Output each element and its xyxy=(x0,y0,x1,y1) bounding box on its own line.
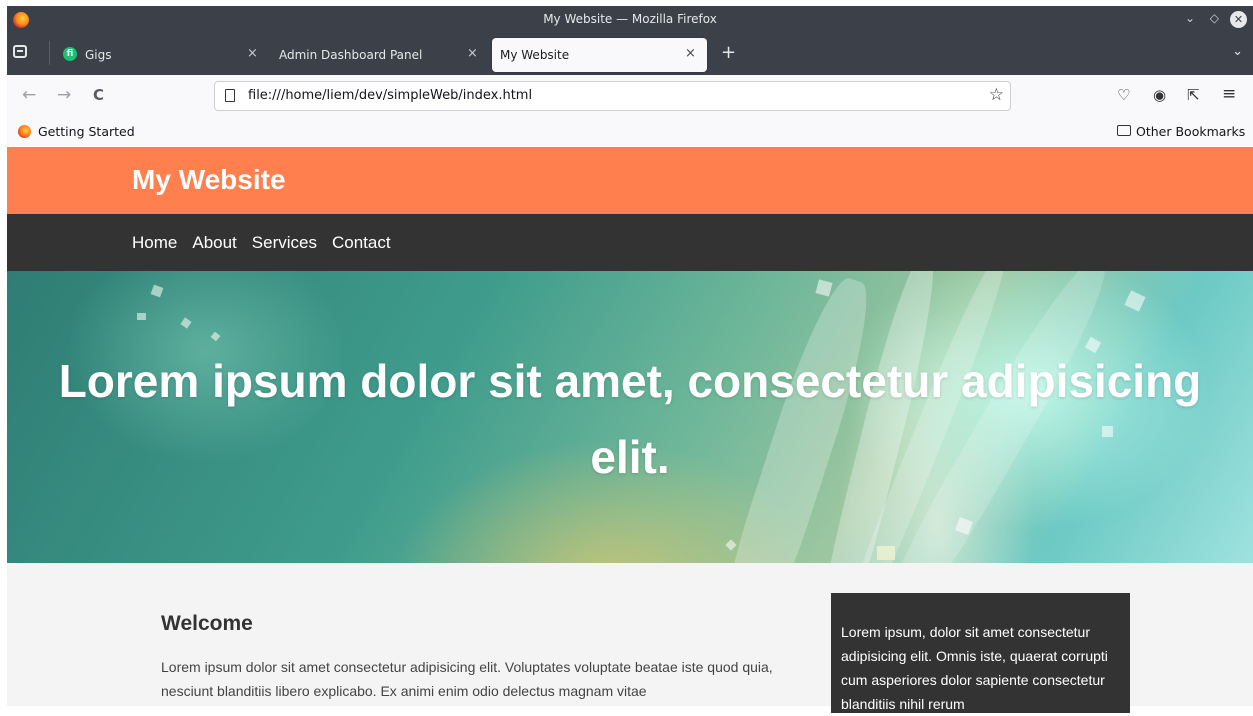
firefox-bookmark-icon xyxy=(18,125,31,138)
welcome-heading: Welcome xyxy=(161,612,253,635)
pocket-icon[interactable]: ♡ xyxy=(1117,86,1130,104)
site-navigation: Home About Services Contact xyxy=(7,214,1253,271)
bookmark-other-bookmarks[interactable]: Other Bookmarks xyxy=(1136,124,1245,139)
nav-about[interactable]: About xyxy=(192,233,236,252)
close-tab-icon[interactable]: × xyxy=(467,46,478,61)
site-brand[interactable]: My Website xyxy=(132,164,286,196)
minimize-icon[interactable]: ⌄ xyxy=(1185,11,1195,25)
close-tab-icon[interactable]: × xyxy=(685,46,696,61)
back-icon[interactable]: ← xyxy=(22,85,36,105)
tab-strip: fi Gigs × Admin Dashboard Panel × My Web… xyxy=(7,35,1253,75)
bookmarks-toolbar: Getting Started Other Bookmarks xyxy=(7,118,1253,146)
folder-icon xyxy=(1117,125,1131,136)
hero-sparkle xyxy=(725,539,737,551)
hero-sparkle xyxy=(877,546,895,560)
close-tab-icon[interactable]: × xyxy=(247,46,258,61)
tab-admin-dashboard[interactable]: Admin Dashboard Panel × xyxy=(269,38,489,72)
bookmark-getting-started[interactable]: Getting Started xyxy=(38,124,135,139)
tab-list-icon[interactable] xyxy=(13,45,27,58)
main-content: Welcome Lorem ipsum dolor sit amet conse… xyxy=(7,563,1253,713)
site-header: My Website xyxy=(7,147,1253,214)
extensions-icon[interactable]: ⇱ xyxy=(1187,86,1200,104)
window-titlebar: My Website — Mozilla Firefox ⌄ ◇ ✕ xyxy=(7,6,1253,35)
account-icon[interactable]: ◉ xyxy=(1153,86,1166,104)
tab-overflow-icon[interactable]: ⌄ xyxy=(1232,44,1243,59)
hero-sparkle xyxy=(815,279,833,297)
hero-sparkle xyxy=(210,331,221,342)
hero-sparkle xyxy=(150,284,164,298)
tab-label: Admin Dashboard Panel xyxy=(279,48,423,62)
tab-separator xyxy=(49,41,50,65)
hero-banner: Lorem ipsum dolor sit amet, consectetur … xyxy=(7,271,1253,563)
maximize-icon[interactable]: ◇ xyxy=(1210,11,1219,25)
hero-sparkle xyxy=(180,317,192,329)
navigation-toolbar: ← → C file:///home/liem/dev/simpleWeb/in… xyxy=(7,75,1253,119)
tab-gigs[interactable]: fi Gigs × xyxy=(51,38,267,72)
welcome-paragraph: Lorem ipsum dolor sit amet consectetur a… xyxy=(161,659,773,699)
url-input[interactable]: file:///home/liem/dev/simpleWeb/index.ht… xyxy=(248,88,532,103)
window-title: My Website — Mozilla Firefox xyxy=(543,12,717,26)
new-tab-icon[interactable]: + xyxy=(721,42,736,63)
nav-contact[interactable]: Contact xyxy=(332,233,391,252)
forward-icon[interactable]: → xyxy=(57,85,71,105)
hero-sparkle xyxy=(1124,290,1146,312)
tab-label: My Website xyxy=(500,48,570,62)
nav-services[interactable]: Services xyxy=(252,233,317,252)
tab-label: Gigs xyxy=(85,48,112,62)
hero-headline: Lorem ipsum dolor sit amet, consectetur … xyxy=(58,355,1202,483)
menu-icon[interactable]: ≡ xyxy=(1222,84,1236,104)
close-window-button[interactable]: ✕ xyxy=(1230,11,1247,28)
fiverr-icon: fi xyxy=(63,47,77,61)
sidebar-text: Lorem ipsum, dolor sit amet consectetur … xyxy=(841,624,1108,712)
sidebar-box: Lorem ipsum, dolor sit amet consectetur … xyxy=(831,593,1130,713)
page-icon xyxy=(225,89,235,102)
reload-icon[interactable]: C xyxy=(93,86,104,104)
nav-home[interactable]: Home xyxy=(132,233,177,252)
bookmark-star-icon[interactable]: ☆ xyxy=(989,85,1004,105)
hero-sparkle xyxy=(137,313,146,320)
url-bar[interactable]: file:///home/liem/dev/simpleWeb/index.ht… xyxy=(214,81,1011,111)
tab-my-website[interactable]: My Website × xyxy=(492,38,707,72)
